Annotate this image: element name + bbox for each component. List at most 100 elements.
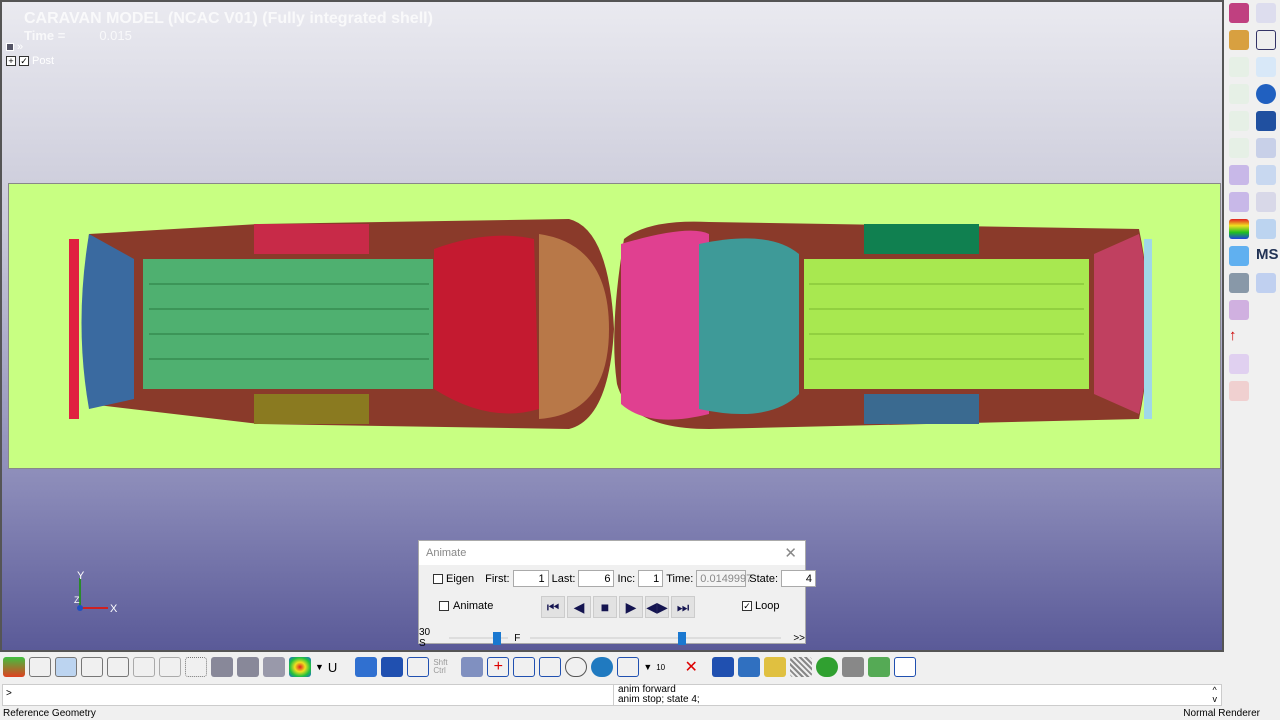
first-label: First: (485, 572, 510, 585)
loop-label: Loop (755, 600, 780, 612)
shaded-edge-icon[interactable] (81, 657, 103, 677)
dropdown-arrow-icon[interactable]: ▼ (315, 662, 324, 672)
inc-field[interactable]: 1 (638, 570, 664, 587)
command-input[interactable]: > (6, 688, 12, 699)
settings-panel-icon[interactable] (1256, 219, 1276, 239)
eigen-checkbox[interactable] (433, 573, 443, 584)
first-field[interactable]: 1 (512, 570, 549, 587)
step-back-button[interactable]: ◀ (567, 596, 591, 618)
ascii-plot-icon[interactable] (1229, 111, 1249, 131)
wireframe-icon[interactable] (29, 657, 51, 677)
page-icon[interactable] (1256, 3, 1276, 23)
paint-icon[interactable] (461, 657, 484, 677)
section-icon[interactable] (1229, 273, 1249, 293)
command-area: > anim forward anim stop; state 4; ^ v (2, 684, 1222, 706)
first-frame-button[interactable]: ⏮ (541, 596, 565, 618)
hist-plot-icon[interactable] (1229, 57, 1249, 77)
splash-icon[interactable] (1229, 354, 1249, 374)
state-slider[interactable] (530, 632, 782, 645)
output-line: anim stop; state 4; (618, 694, 700, 705)
animate-checkbox[interactable] (439, 601, 449, 611)
perspective-icon[interactable] (617, 657, 640, 677)
user-icon[interactable] (1256, 273, 1276, 293)
loop-checkbox[interactable]: ✓ (742, 601, 752, 611)
outline-icon[interactable] (159, 657, 181, 677)
transparent-icon[interactable] (263, 657, 285, 677)
vector-icon[interactable]: ↑ (1229, 327, 1249, 347)
run-icon[interactable] (816, 657, 839, 677)
contour-icon[interactable] (289, 657, 311, 677)
stop-button[interactable]: ■ (593, 596, 617, 618)
shift-ctrl-label: Shft Ctrl (433, 658, 448, 675)
center-icon[interactable]: + (487, 657, 510, 677)
command-output: anim forward anim stop; state 4; (613, 685, 700, 705)
cut-icon[interactable] (1229, 381, 1249, 401)
curve-icon[interactable] (1256, 30, 1276, 50)
view-cube-icon[interactable] (381, 657, 404, 677)
play-both-button[interactable]: ◀▶ (645, 596, 669, 618)
scroll-arrows[interactable]: ^ v (1213, 686, 1218, 704)
axis-x-label: X (110, 603, 118, 615)
binout-plot-icon[interactable] (1229, 138, 1249, 158)
fringe-toggle-icon[interactable] (3, 657, 25, 677)
trace-icon[interactable] (1229, 165, 1249, 185)
speed-slow-label: 30 S (419, 627, 431, 649)
zoom-window-icon[interactable] (539, 657, 562, 677)
pattern-icon[interactable] (790, 657, 813, 677)
spreadsheet-icon[interactable] (1229, 300, 1249, 320)
hidden-icon[interactable] (133, 657, 155, 677)
sphere-icon[interactable] (1256, 84, 1276, 104)
solid-mesh-icon[interactable] (211, 657, 233, 677)
last-frame-button[interactable]: ⏭ (671, 596, 695, 618)
mesh-lines-icon[interactable] (107, 657, 129, 677)
home-icon[interactable] (738, 657, 761, 677)
mesh-icon[interactable] (1256, 138, 1276, 158)
play-forward-button[interactable]: ▶ (619, 596, 643, 618)
close-icon[interactable]: ✕ (784, 544, 797, 562)
post-checkbox[interactable]: ✓ (19, 56, 29, 66)
globe-icon[interactable] (591, 657, 614, 677)
gears-icon[interactable] (842, 657, 865, 677)
view-solid-icon[interactable] (355, 657, 378, 677)
ms-icon[interactable]: MS (1256, 246, 1279, 266)
time-field: 0.0149997 (696, 570, 752, 587)
rotate-icon[interactable] (565, 657, 588, 677)
status-bar: Reference Geometry Normal Renderer (0, 708, 1280, 720)
table-icon[interactable] (1256, 165, 1276, 185)
dialog-title: Animate (426, 547, 467, 559)
particles-icon[interactable] (1229, 246, 1249, 266)
view-wire-icon[interactable] (407, 657, 430, 677)
more-button[interactable]: >> (793, 633, 805, 644)
view-dropdown-icon[interactable]: ▼ (643, 662, 652, 672)
fringe-icon[interactable] (1229, 219, 1249, 239)
axis-z-label: Z (74, 595, 80, 605)
box-tool-icon[interactable] (1256, 111, 1276, 131)
tree-tool-icon[interactable] (1256, 192, 1276, 212)
box-icon[interactable] (712, 657, 735, 677)
xy-plot-icon[interactable] (1229, 84, 1249, 104)
shaded-icon[interactable] (55, 657, 77, 677)
speed-slider[interactable] (449, 632, 509, 645)
model-tools-icon[interactable] (1229, 30, 1249, 50)
model-cube-icon[interactable] (1229, 3, 1249, 23)
tree-expand-icon[interactable]: + (6, 56, 16, 66)
axis-icon[interactable]: ✕ (680, 657, 702, 677)
tree-item-post[interactable]: Post (32, 55, 54, 67)
expand-icon[interactable]: » (17, 41, 23, 53)
green-gears-icon[interactable] (868, 657, 891, 677)
render-region (8, 183, 1221, 469)
number-label: 10 (656, 662, 666, 672)
last-field[interactable]: 6 (578, 570, 615, 587)
zoom-icon[interactable] (513, 657, 536, 677)
trace2-icon[interactable] (1229, 192, 1249, 212)
plane-icon[interactable] (1256, 57, 1276, 77)
solid-mesh2-icon[interactable] (237, 657, 259, 677)
points-icon[interactable] (185, 657, 207, 677)
animate-dialog: Animate ✕ Eigen First: 1 Last: 6 Inc: 1 Time… (418, 540, 817, 649)
graph-icon[interactable] (894, 657, 917, 677)
right-toolbar: MS ↑ (1226, 0, 1280, 401)
panel-icon[interactable] (6, 43, 14, 51)
state-field[interactable]: 4 (781, 570, 817, 587)
lightning-icon[interactable] (764, 657, 787, 677)
u-button[interactable]: U (328, 660, 337, 675)
